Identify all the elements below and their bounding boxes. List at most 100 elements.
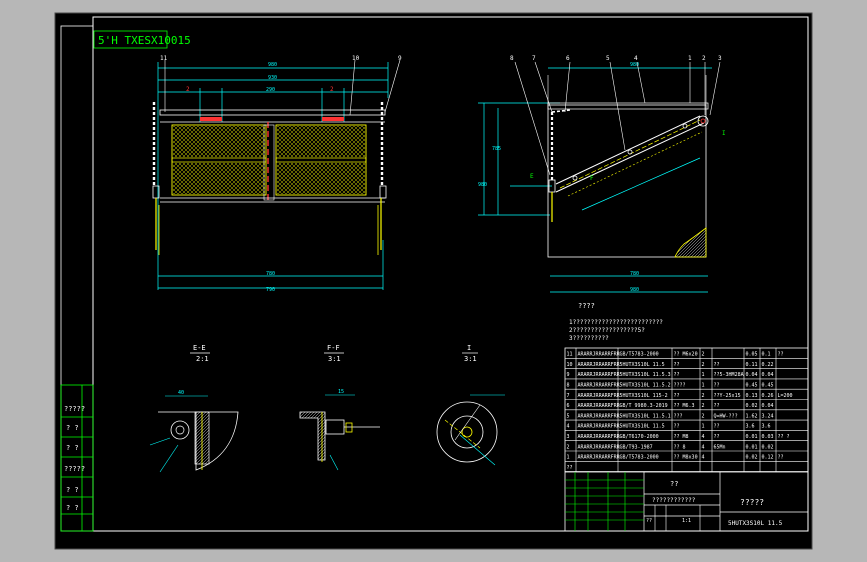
bom-cell: 5HUTX3S10L 115-2 bbox=[620, 393, 668, 399]
bom-cell: 0.05 bbox=[746, 352, 758, 358]
bom-cell: 0.01 bbox=[746, 434, 758, 440]
svg-text:2: 2 bbox=[330, 86, 334, 93]
bom-cell: 4 bbox=[702, 444, 705, 450]
bom-cell: 5HUTX3S10L 11.5.3 bbox=[620, 372, 671, 378]
bom-cell: ??? bbox=[674, 413, 683, 419]
balloon-1: 1 bbox=[688, 55, 692, 62]
bom-cell: ?? ? bbox=[778, 434, 790, 440]
bom-cell: ARARRJRRARRFRR bbox=[578, 424, 621, 430]
bom-cell: 5HUTX3S10L 11.5 bbox=[620, 362, 665, 368]
tech-req-title: ???? bbox=[578, 302, 595, 310]
bom-cell: ARARRJRRARRFRR bbox=[578, 362, 621, 368]
bom-cell: 1 bbox=[567, 455, 570, 461]
margin-label: ? ? bbox=[66, 504, 79, 512]
bom-cell: ARARRJRRARRFRR bbox=[578, 403, 621, 409]
bom-cell: ARARRJRRARRFRR bbox=[578, 455, 621, 461]
bom-cell: 0.1 bbox=[762, 352, 771, 358]
bom-cell: 2 bbox=[702, 393, 705, 399]
bom-cell: 0.13 bbox=[746, 393, 758, 399]
bom-cell: ARARRJRRARRFRR bbox=[578, 393, 621, 399]
cad-viewport[interactable]: 5'H TXESX10015 ????? ? ? ? ? ????? ? ? ?… bbox=[0, 0, 867, 562]
bom-cell: 5HUTX3S10L 11.5.1 bbox=[620, 413, 671, 419]
bom-cell: GB/T 9980.3-2019 bbox=[620, 403, 668, 409]
bom-cell: 1 bbox=[702, 424, 705, 430]
section-scale-e: 2:1 bbox=[196, 355, 209, 363]
detail-scale-i: 3:1 bbox=[464, 355, 477, 363]
bom-cell: 0.12 bbox=[762, 455, 774, 461]
tech-req-line: 1????????????????????????? bbox=[569, 319, 663, 326]
bom-cell: 11 bbox=[567, 352, 573, 358]
balloon-9: 9 bbox=[398, 55, 402, 62]
svg-text:785: 785 bbox=[492, 146, 501, 152]
bom-cell: 3.6 bbox=[746, 424, 755, 430]
svg-text:2: 2 bbox=[186, 86, 190, 93]
bom-cell: 0.02 bbox=[762, 444, 774, 450]
bom-cell: 3 bbox=[567, 434, 570, 440]
bom-cell: ?? 8 bbox=[674, 444, 686, 450]
bom-cell: ARARRJRRARRFRR bbox=[578, 352, 621, 358]
bom-cell: 2 bbox=[702, 413, 705, 419]
svg-text:980: 980 bbox=[630, 287, 639, 293]
bom-cell: 4 bbox=[567, 424, 570, 430]
bom-cell: 2 bbox=[567, 444, 570, 450]
drawing-sheet bbox=[54, 12, 813, 550]
balloon-5: 5 bbox=[606, 55, 610, 62]
bom-cell: Q=HW-??? bbox=[714, 413, 738, 419]
bom-cell: 0.04 bbox=[762, 372, 774, 378]
balloon-8: 8 bbox=[510, 55, 514, 62]
bom-cell: ARARRJRRARRFRR bbox=[578, 372, 621, 378]
bom-cell: ARARRJRRARRFRR bbox=[578, 413, 621, 419]
bom-cell: ??5-3HM28A bbox=[714, 372, 744, 378]
balloon-11: 11 bbox=[160, 55, 168, 62]
bom-cell: 0.04 bbox=[762, 403, 774, 409]
bom-cell: ?? bbox=[674, 372, 680, 378]
bom-cell: 4 bbox=[702, 455, 705, 461]
bom-cell: ARARRJRRARRFRR bbox=[578, 444, 621, 450]
bom-cell: 7 bbox=[567, 393, 570, 399]
margin-label: ? ? bbox=[66, 444, 79, 452]
margin-label: ? ? bbox=[66, 486, 79, 494]
balloon-2: 2 bbox=[702, 55, 706, 62]
bom-cell: 4 bbox=[702, 434, 705, 440]
bom-cell: 0.04 bbox=[746, 372, 758, 378]
bom-cell: ?? M6x20 bbox=[674, 352, 698, 358]
bom-cell: ?? bbox=[674, 362, 680, 368]
bom-cell: 0.45 bbox=[746, 383, 758, 389]
margin-label: ????? bbox=[64, 465, 85, 473]
bom-cell: ?? bbox=[778, 455, 784, 461]
bom-cell: 2 bbox=[702, 403, 705, 409]
bom-cell: ?? M6.3 bbox=[674, 403, 695, 409]
section-label-f: F-F bbox=[327, 344, 340, 352]
balloon-7: 7 bbox=[532, 55, 536, 62]
title-name: ????? bbox=[740, 498, 764, 507]
bom-cell: ?? bbox=[714, 383, 720, 389]
bom-cell: 2 bbox=[702, 352, 705, 358]
bom-cell: GB/T5783-2000 bbox=[620, 455, 659, 461]
bom-cell: 65Mn bbox=[714, 444, 726, 450]
bom-cell: 0.45 bbox=[762, 383, 774, 389]
bom-cell: 1.62 bbox=[746, 413, 758, 419]
balloon-6: 6 bbox=[566, 55, 570, 62]
bom-cell: ?? bbox=[714, 434, 720, 440]
title-units: ?? bbox=[670, 480, 678, 488]
bom-cell: ?? bbox=[714, 403, 720, 409]
bom-cell: 0.22 bbox=[762, 362, 774, 368]
bom-cell: 8 bbox=[567, 383, 570, 389]
bom-cell: L=200 bbox=[778, 393, 793, 399]
bom-cell: ARARRJRRARRFRR bbox=[578, 434, 621, 440]
bom-cell: 3.24 bbox=[762, 413, 774, 419]
bom-cell: ?? bbox=[674, 424, 680, 430]
svg-text:980: 980 bbox=[268, 62, 277, 68]
bom-cell: 5HUTX3S10L 11.5.2 bbox=[620, 383, 671, 389]
svg-text:290: 290 bbox=[266, 87, 275, 93]
tech-req-line: 3?????????? bbox=[569, 335, 609, 342]
bom-cell: ?? bbox=[778, 352, 784, 358]
bom-cell: 0.02 bbox=[746, 455, 758, 461]
svg-text:980: 980 bbox=[478, 182, 487, 188]
bom-cell: ?? bbox=[567, 465, 573, 471]
svg-text:E: E bbox=[530, 173, 534, 180]
bom-cell: 10 bbox=[567, 362, 573, 368]
title-ratio: 1:1 bbox=[682, 518, 691, 524]
bom-cell: 0.01 bbox=[746, 444, 758, 450]
drawing-code: 5'H TXESX10015 bbox=[98, 34, 191, 47]
